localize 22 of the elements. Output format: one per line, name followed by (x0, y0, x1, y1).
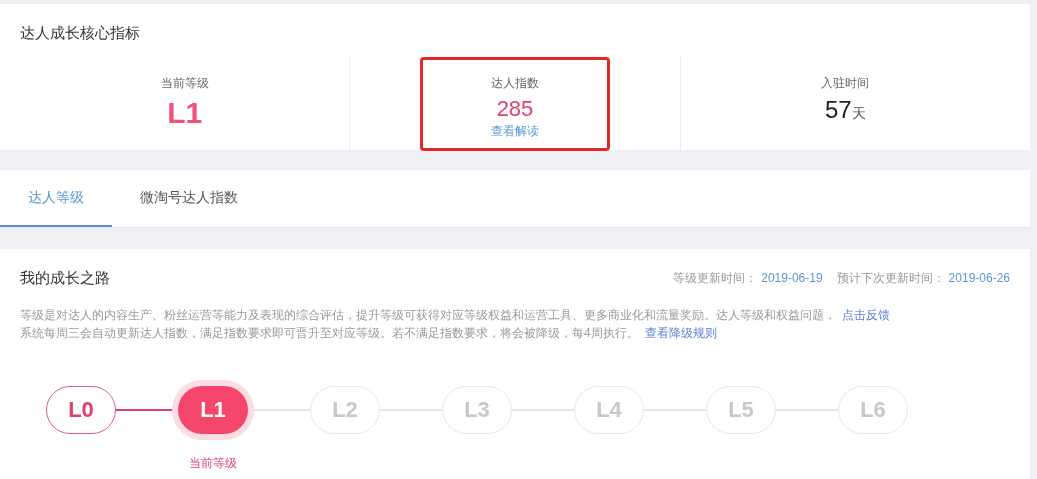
update-date: 2019-06-19 (761, 270, 823, 288)
description-text: 系统每周三会自动更新达人指数，满足指数要求即可晋升至对应等级。若不满足指数要求，将会被降级，每4周执行。 查看降级规则 (20, 324, 718, 342)
view-explanation-link[interactable]: 查看解读 (491, 121, 539, 140)
next-update-label: 预计下次更新时间： (836, 270, 945, 288)
section-title: 达人成长核心指标 (20, 23, 141, 43)
metric-label: 当前等级 (160, 74, 209, 92)
metric-label: 入驻时间 (821, 74, 870, 92)
metric-label: 达人指数 (491, 74, 539, 92)
days-value: 57 (824, 97, 852, 122)
level-badge: L0 (46, 385, 116, 434)
level-value: L1 (167, 97, 203, 128)
description-link[interactable]: 点击反馈 (842, 307, 890, 322)
next-update-date: 2019-06-26 (948, 270, 1010, 288)
section-title: 我的成长之路 (20, 268, 110, 288)
tab[interactable]: 微淘号达人指数 (112, 170, 266, 227)
update-time-label: 等级更新时间： (673, 270, 758, 288)
description-text: 等级是对达人的内容生产、粉丝运营等能力及表现的综合评估，提升等级可获得对应等级权益和运营工具、更多商业化和流量奖励。达人等级和权益问题， 点击反馈 (20, 306, 891, 324)
days-unit: 天 (851, 103, 866, 123)
description-link[interactable]: 查看降级规则 (644, 325, 717, 340)
tab[interactable]: 达人等级 (0, 170, 112, 227)
index-value: 285 (496, 97, 534, 120)
current-level-caption: 当前等级 (189, 454, 237, 472)
